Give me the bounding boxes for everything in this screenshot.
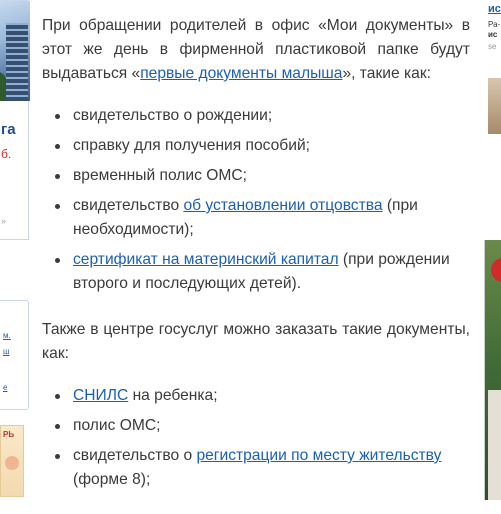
sidebar-book-banner[interactable]: РЬ bbox=[0, 425, 24, 497]
list-item: временный полис ОМС; bbox=[42, 164, 470, 188]
ad-source: se bbox=[488, 42, 497, 51]
sidebar-link-2[interactable]: ш bbox=[3, 347, 9, 356]
sidebar-link-3[interactable]: е bbox=[3, 383, 7, 392]
article-body: При обращении родителей в офис «Мои доку… bbox=[42, 14, 470, 514]
list-item: сертификат на материнский капитал (при р… bbox=[42, 248, 470, 296]
sidebar-links-card: м. ш е bbox=[0, 300, 29, 410]
bullet-icon bbox=[55, 114, 60, 119]
additional-documents-list: СНИЛС на ребенка; полис ОМС; свидетельст… bbox=[42, 384, 470, 492]
promo-subtitle: б. bbox=[1, 147, 12, 161]
list-item-text-end: на ребенка; bbox=[128, 387, 218, 404]
ad-description-line-2: ис bbox=[488, 30, 498, 39]
promo-more-link[interactable]: » bbox=[1, 216, 6, 226]
list-item: справку для получения пособий; bbox=[42, 134, 470, 158]
bullet-icon bbox=[55, 144, 60, 149]
ad-thumbnail-image[interactable] bbox=[488, 78, 501, 134]
list-item-text: справку для получения пособий; bbox=[73, 137, 310, 154]
ad-photo-frame bbox=[488, 390, 501, 500]
bullet-icon bbox=[55, 454, 60, 459]
list-item: свидетельство о рождении; bbox=[42, 104, 470, 128]
left-sidebar: га б. » м. ш е РЬ bbox=[0, 0, 30, 500]
promo-building-image bbox=[0, 1, 30, 101]
promo-card[interactable]: га б. » bbox=[0, 0, 30, 240]
list-item: полис ОМС; bbox=[42, 414, 470, 438]
intro-paragraph: При обращении родителей в офис «Мои доку… bbox=[42, 14, 470, 86]
list-item: свидетельство о регистрации по месту жит… bbox=[42, 444, 470, 492]
ad-title-link[interactable]: ис bbox=[488, 3, 501, 15]
bullet-icon bbox=[55, 394, 60, 399]
list-item-text: временный полис ОМС; bbox=[73, 167, 247, 184]
sidebar-link-1[interactable]: м. bbox=[3, 331, 11, 340]
promo-title: га bbox=[1, 121, 16, 138]
book-banner-child-image bbox=[5, 456, 19, 470]
list-item-text: свидетельство о bbox=[73, 447, 197, 464]
list-item-text: полис ОМС; bbox=[73, 417, 161, 434]
residence-registration-link[interactable]: регистрации по месту жительству bbox=[196, 447, 441, 464]
maternity-capital-link[interactable]: сертификат на материнский капитал bbox=[73, 251, 339, 268]
bullet-icon bbox=[55, 174, 60, 179]
right-sidebar: ис Ра-ис se bbox=[484, 0, 501, 500]
bullet-icon bbox=[55, 204, 60, 209]
ad-badge-icon bbox=[491, 258, 501, 282]
documents-list: свидетельство о рождении; справку для по… bbox=[42, 104, 470, 296]
list-item-text: свидетельство о рождении; bbox=[73, 107, 273, 124]
bullet-icon bbox=[55, 258, 60, 263]
list-item: свидетельство об установлении отцовства … bbox=[42, 194, 470, 242]
snils-link[interactable]: СНИЛС bbox=[73, 387, 128, 404]
ad-description: Ра-ис bbox=[488, 20, 500, 40]
intro-text-end: », такие как: bbox=[342, 65, 431, 82]
book-banner-label: РЬ bbox=[3, 430, 15, 439]
ad-description-line-1: Ра- bbox=[488, 20, 501, 29]
paternity-link[interactable]: об установлении отцовства bbox=[183, 197, 382, 214]
additional-docs-paragraph: Также в центре госуслуг можно заказать т… bbox=[42, 321, 470, 362]
ad-banner-image[interactable] bbox=[484, 240, 501, 500]
first-documents-link[interactable]: первые документы малыша bbox=[140, 65, 342, 82]
list-item-text-end: (форме 8); bbox=[73, 471, 151, 488]
promo-building-shape bbox=[6, 23, 28, 101]
list-item: СНИЛС на ребенка; bbox=[42, 384, 470, 408]
list-item-text: свидетельство bbox=[73, 197, 184, 214]
bullet-icon bbox=[55, 424, 60, 429]
